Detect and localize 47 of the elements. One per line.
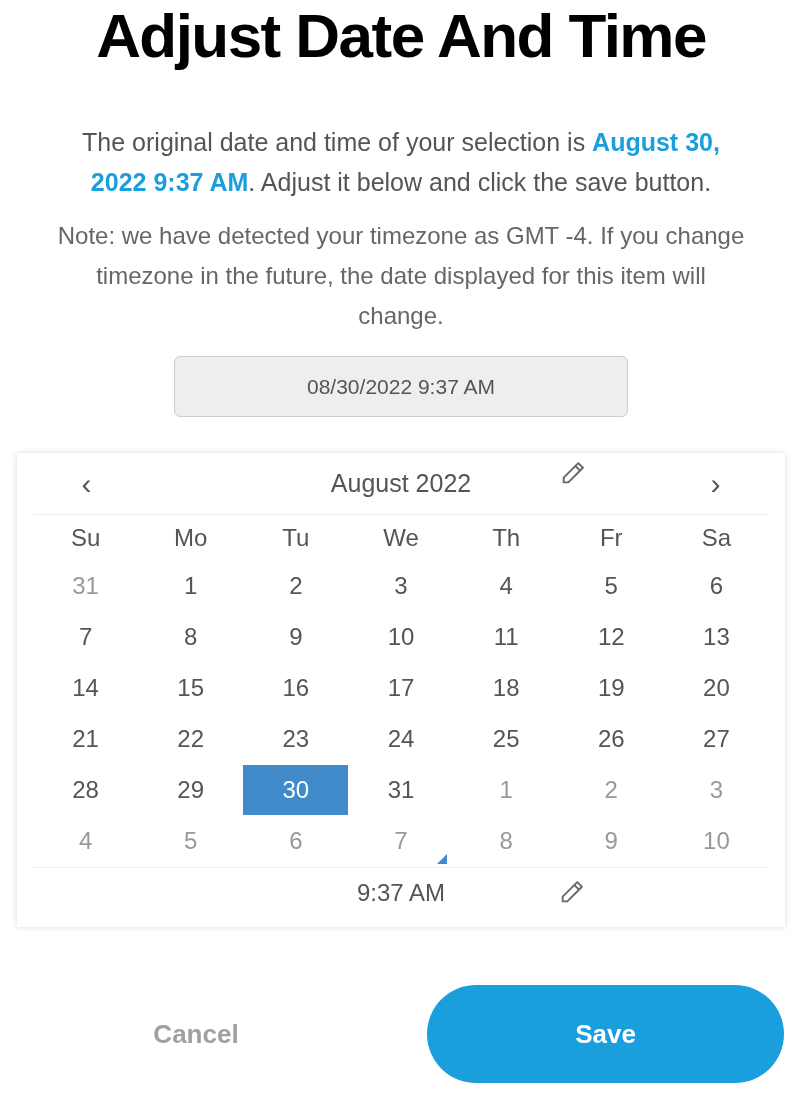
day-cell[interactable]: 30 xyxy=(243,765,349,815)
day-cell[interactable]: 2 xyxy=(243,561,349,611)
day-cell[interactable]: 21 xyxy=(33,714,139,764)
weekday-label: Fr xyxy=(598,523,624,553)
day-cell[interactable]: 26 xyxy=(558,714,664,764)
time-label[interactable]: 9:37 AM xyxy=(356,874,446,911)
day-cell[interactable]: 18 xyxy=(453,663,559,713)
day-cell[interactable]: 11 xyxy=(453,612,559,662)
day-cell[interactable]: 12 xyxy=(558,612,664,662)
weekday-label: Tu xyxy=(281,523,311,553)
day-cell[interactable]: 19 xyxy=(558,663,664,713)
day-cell[interactable]: 27 xyxy=(663,714,769,764)
weekday-label: Su xyxy=(69,523,102,553)
dialog-title: Adjust Date And Time xyxy=(96,0,706,72)
day-cell[interactable]: 7 xyxy=(33,612,139,662)
day-cell[interactable]: 10 xyxy=(348,612,454,662)
weekday-label: Mo xyxy=(173,523,209,553)
day-cell[interactable]: 23 xyxy=(243,714,349,764)
day-cell[interactable]: 24 xyxy=(348,714,454,764)
intro-text: The original date and time of your selection is August 30, 2022 9:37 AM. Adjust it below and click the save button. xyxy=(81,127,721,198)
day-cell[interactable]: 14 xyxy=(33,663,139,713)
day-cell[interactable]: 17 xyxy=(348,663,454,713)
day-cell[interactable]: 25 xyxy=(453,714,559,764)
day-cell[interactable]: 1 xyxy=(138,561,244,611)
next-month-button[interactable]: › xyxy=(662,461,769,506)
day-cell[interactable]: 9 xyxy=(243,612,349,662)
day-cell[interactable]: 8 xyxy=(138,612,244,662)
day-cell[interactable]: 15 xyxy=(138,663,244,713)
corner-marker-icon xyxy=(437,854,447,864)
day-cell[interactable]: 28 xyxy=(33,765,139,815)
timezone-note: Note: we have detected your timezone as GMT -4. If you change timezone in the future, the date displayed for this item will change. xyxy=(56,221,746,331)
day-cell[interactable]: 3 xyxy=(348,561,454,611)
day-cell[interactable]: 22 xyxy=(138,714,244,764)
day-cell[interactable]: 6 xyxy=(663,561,769,611)
weekday-label: We xyxy=(382,523,420,553)
month-title: August 2022 xyxy=(330,467,472,499)
day-cell[interactable]: 4 xyxy=(453,561,559,611)
weekday-label: Sa xyxy=(700,523,733,553)
day-cell[interactable]: 5 xyxy=(558,561,664,611)
weekday-label: Th xyxy=(491,523,522,553)
previous-month-button[interactable]: ‹ xyxy=(33,461,140,506)
day-cell[interactable]: 20 xyxy=(663,663,769,713)
day-cell[interactable]: 16 xyxy=(243,663,349,713)
day-cell[interactable]: 31 xyxy=(348,765,454,815)
date-time-field[interactable]: 08/30/2022 9:37 AM xyxy=(174,356,628,417)
day-cell[interactable]: 13 xyxy=(663,612,769,662)
day-cell[interactable]: 29 xyxy=(138,765,244,815)
